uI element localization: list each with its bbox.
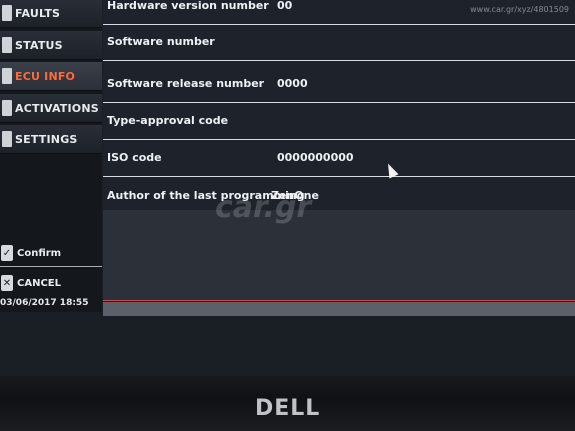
top-watermark: www.car.gr/xyz/4801509 (470, 5, 569, 14)
info-row: Software number (103, 24, 575, 61)
sidebar-item-label: ACTIVATIONS (15, 101, 99, 115)
confirm-button[interactable]: ✓ Confirm (0, 240, 102, 266)
sidebar-item-label: ECU INFO (15, 69, 76, 83)
cancel-label: CANCEL (17, 277, 61, 289)
sidebar-item-label: STATUS (15, 38, 63, 52)
sidebar-item-label: SETTINGS (15, 132, 78, 146)
sidebar-item-label: FAULTS (15, 6, 61, 20)
sidebar-item-settings[interactable]: SETTINGS (0, 125, 102, 154)
sidebar: FAULTS STATUS ECU INFO ACTIVATIONS SETTI… (0, 0, 102, 312)
info-row: Type-approval code (103, 103, 575, 140)
info-value: 0000000000 (277, 151, 354, 164)
empty-list-area (103, 210, 575, 300)
sidebar-item-faults[interactable]: FAULTS (0, 0, 102, 28)
ecu-info-icon (2, 68, 12, 84)
info-key: Software number (107, 35, 215, 48)
divider (103, 300, 575, 301)
sidebar-item-ecu-info[interactable]: ECU INFO (0, 62, 102, 91)
status-icon (2, 37, 12, 53)
warning-icon (2, 5, 12, 21)
activations-icon (2, 100, 12, 116)
divider (0, 266, 102, 267)
info-row: Software release number 0000 (103, 66, 575, 103)
cancel-icon: ✕ (1, 275, 13, 291)
status-bar (103, 302, 575, 316)
ecu-info-panel: Hardware version number 00 Software numb… (103, 0, 575, 312)
info-key: Hardware version number (107, 0, 269, 12)
sidebar-item-status[interactable]: STATUS (0, 31, 102, 60)
screen: FAULTS STATUS ECU INFO ACTIVATIONS SETTI… (0, 0, 575, 376)
info-key: Software release number (107, 77, 265, 90)
sidebar-item-activations[interactable]: ACTIVATIONS (0, 94, 102, 123)
info-value: 0000 (277, 77, 308, 90)
confirm-label: Confirm (17, 247, 62, 259)
info-row: Author of the last programming ZenOne (103, 178, 575, 214)
settings-icon (2, 131, 12, 147)
cancel-button[interactable]: ✕ CANCEL (0, 270, 102, 296)
info-key: ISO code (107, 151, 162, 164)
info-value: 00 (277, 0, 293, 12)
datetime: 03/06/2017 18:55 (0, 298, 89, 308)
check-icon: ✓ (1, 245, 13, 261)
info-row: ISO code 0000000000 (103, 140, 575, 177)
info-key: Type-approval code (107, 114, 229, 127)
watermark: car.gr (215, 190, 312, 225)
brand-logo: DELL (255, 396, 321, 421)
